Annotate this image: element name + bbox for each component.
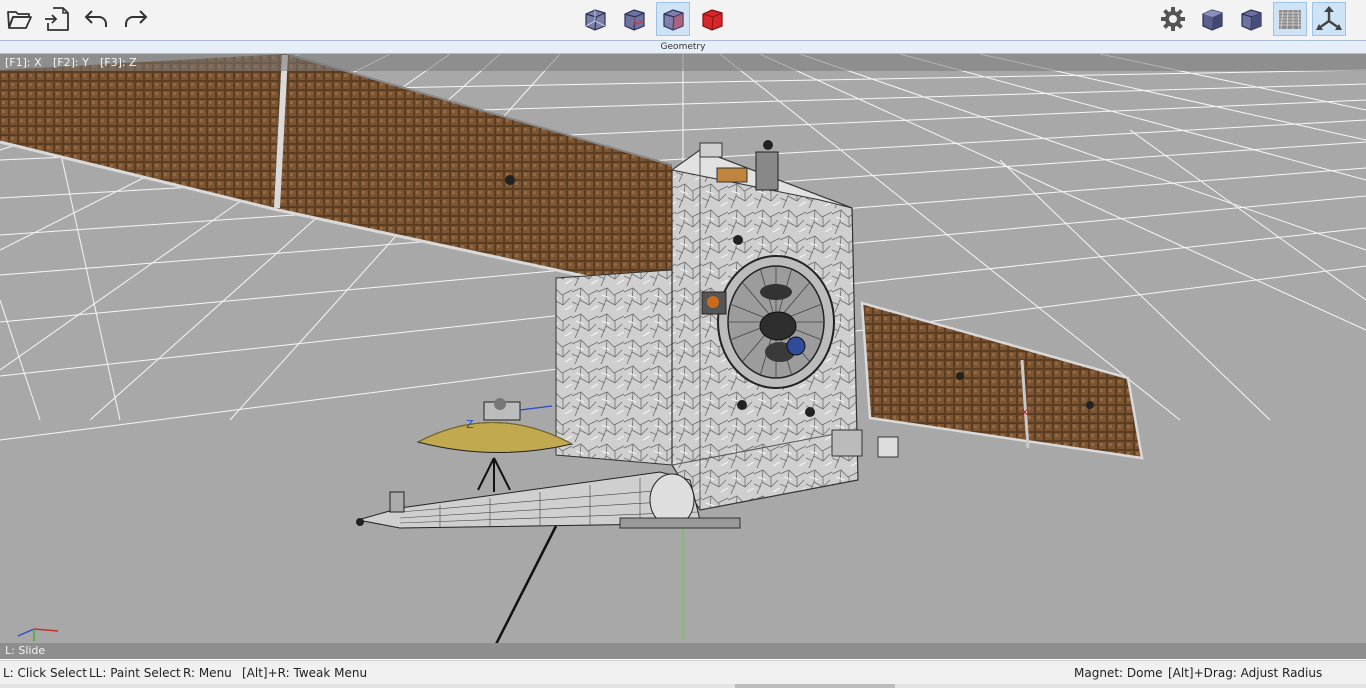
solid-view-toggle[interactable] [1195, 2, 1229, 36]
view-mode-shaded-wire[interactable] [656, 2, 690, 36]
open-file-button[interactable] [2, 2, 36, 36]
mouse-hint-label: L: Slide [5, 644, 46, 657]
instrument-boom [356, 471, 741, 644]
open-folder-icon [7, 11, 32, 29]
settings-button[interactable] [1156, 2, 1190, 36]
scene-canvas[interactable]: x Z [0, 54, 1366, 644]
view-mode-wireframe[interactable] [578, 2, 612, 36]
svg-text:Z: Z [466, 418, 474, 431]
settings-gear-icon [1161, 7, 1185, 31]
status-bottom-border [0, 684, 1366, 688]
status-scroll-indicator [735, 684, 895, 688]
toolbar [0, 0, 1366, 41]
status-tweak-menu: [Alt]+R: Tweak Menu [242, 666, 368, 680]
view-mode-smooth-wire[interactable] [617, 2, 651, 36]
smooth-wire-cube-icon [624, 9, 645, 31]
left-solar-array [0, 54, 673, 297]
status-adjust-radius: [Alt]+Drag: Adjust Radius [1168, 666, 1323, 680]
import-icon [45, 7, 69, 31]
svg-text:x: x [1022, 407, 1028, 418]
grid-floor-icon [1279, 9, 1301, 30]
wireframe-cube-icon [585, 9, 606, 31]
mode-bar: Geometry [0, 40, 1366, 54]
status-menu: R: Menu [183, 666, 232, 680]
status-magnet: Magnet: Dome [1074, 666, 1163, 680]
floor-grid-toggle[interactable] [1273, 2, 1307, 36]
right-solar-array: x [860, 301, 1144, 460]
shaded-wire-cube-icon [663, 9, 684, 31]
dish-antenna: Z [416, 398, 574, 492]
redo-button[interactable] [118, 2, 152, 36]
wire-view-toggle[interactable] [1234, 2, 1268, 36]
solid-cube-icon [1202, 9, 1223, 31]
hint-f1-x: [F1]: X [5, 56, 42, 69]
axis-hint-strip: [F1]: X [F2]: Y [F3]: Z [0, 54, 1366, 71]
mouse-hint-strip: L: Slide [0, 643, 1366, 659]
mode-label: Geometry [660, 42, 706, 52]
wire-cube-icon [1241, 9, 1262, 31]
solid-red-cube-icon [702, 9, 723, 31]
hint-f2-y: [F2]: Y [53, 56, 89, 69]
axes-toggle[interactable] [1312, 2, 1346, 36]
axis-gizmo-icon [17, 628, 59, 641]
import-button[interactable] [40, 2, 74, 36]
body-side-panel [555, 269, 673, 466]
redo-icon [125, 10, 148, 27]
view-mode-solid[interactable] [695, 2, 729, 36]
status-paint-select: LL: Paint Select [89, 666, 181, 680]
undo-icon [84, 10, 107, 27]
status-click-select: L: Click Select [3, 666, 87, 680]
hint-f3-z: [F3]: Z [100, 56, 137, 69]
undo-button[interactable] [80, 2, 114, 36]
axes-icon [1316, 6, 1342, 30]
3d-viewport[interactable]: x Z [F1]: X [F2]: Y [F3]: Z [0, 54, 1366, 644]
